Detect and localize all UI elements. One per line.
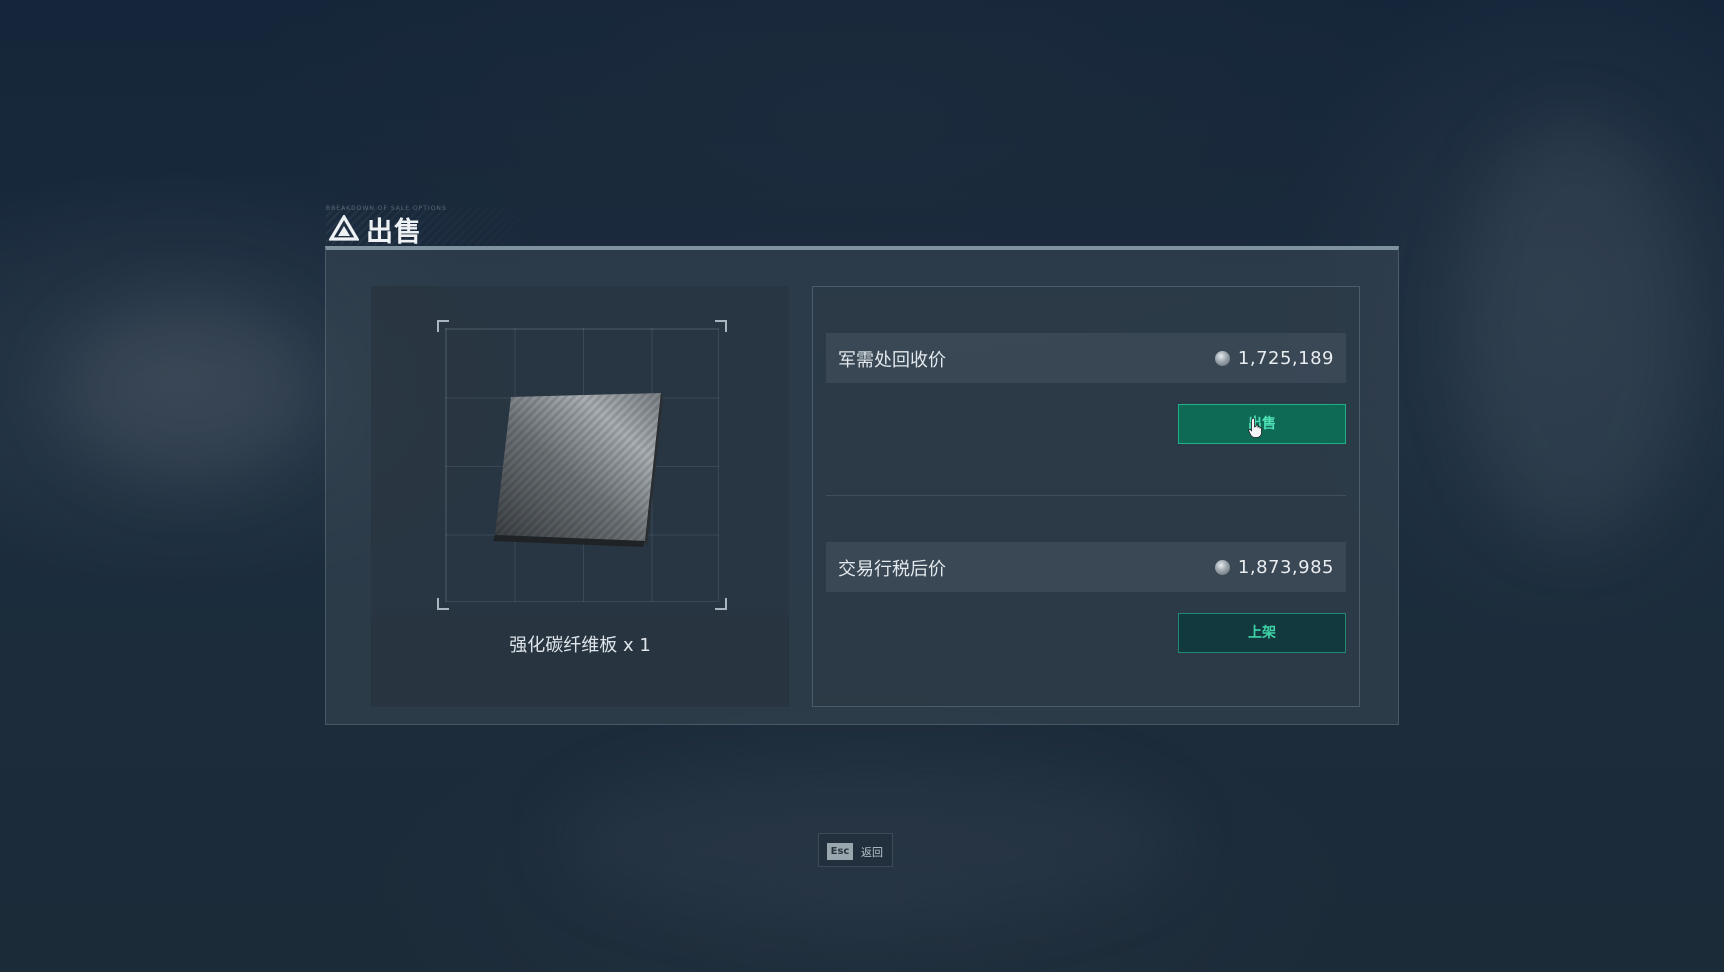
carbon-fiber-plate-icon — [493, 393, 663, 547]
market-price-value: 1,873,985 — [1214, 557, 1334, 578]
dialog-header: BREAKDOWN OF SALE OPTIONS 出售 — [326, 205, 566, 248]
item-frame — [437, 320, 727, 610]
market-price-label: 交易行税后价 — [838, 559, 946, 580]
silver-coin-icon — [1214, 351, 1230, 366]
market-price-row: 交易行税后价 1,873,985 — [826, 542, 1346, 592]
recycle-price-row: 军需处回收价 1,725,189 — [826, 333, 1346, 383]
back-label: 返回 — [861, 846, 883, 859]
background-blur-right — [1460, 120, 1690, 540]
recycle-price-amount: 1,725,189 — [1237, 348, 1334, 369]
list-on-market-button[interactable]: 上架 — [1178, 613, 1346, 653]
header-stripes — [326, 207, 566, 245]
market-price-amount: 1,873,985 — [1237, 557, 1334, 578]
silver-coin-icon — [1214, 560, 1230, 575]
divider — [826, 495, 1346, 496]
delta-triangle-icon — [329, 215, 359, 241]
hand-cursor-icon — [1248, 418, 1262, 438]
recycle-price-value: 1,725,189 — [1214, 348, 1334, 369]
sell-dialog: 强化碳纤维板 x 1 军需处回收价 1,725,189 出售 交易行税后价 1,… — [325, 246, 1399, 725]
item-name-label: 强化碳纤维板 x 1 — [509, 635, 651, 656]
item-preview: 强化碳纤维板 x 1 — [371, 286, 789, 707]
sell-button[interactable]: 出售 — [1178, 404, 1346, 444]
recycle-price-label: 军需处回收价 — [838, 350, 946, 371]
sell-options: 军需处回收价 1,725,189 出售 交易行税后价 1,873,985 上架 — [812, 286, 1360, 707]
dialog-title: 出售 — [366, 217, 422, 248]
esc-key: Esc — [827, 843, 853, 860]
back-hint[interactable]: Esc 返回 — [818, 833, 893, 867]
background-blur-left — [60, 300, 320, 480]
